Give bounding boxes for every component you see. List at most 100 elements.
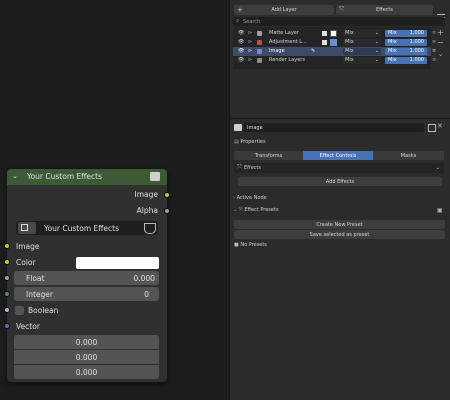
image-icon — [234, 124, 242, 131]
layer-mask-icon — [330, 30, 337, 37]
eye-icon[interactable]: 👁 — [238, 56, 244, 65]
opacity-label: Mix — [388, 57, 397, 63]
tab-effect-controls[interactable]: Effect Controls — [303, 151, 373, 160]
layer-row-adjustment[interactable]: 👁 ⊳ Adjustment L... Mix ⌄ Mix 1.000 ≡ — [233, 38, 436, 47]
opacity-slider[interactable]: Mix 1.000 — [385, 57, 427, 64]
blend-dropdown[interactable]: Mix ⌄ — [343, 30, 381, 37]
shield-icon[interactable] — [144, 223, 156, 234]
properties-header[interactable]: ▤ Properties — [234, 139, 266, 145]
expand-icon[interactable]: ⊳ — [248, 56, 252, 65]
presets-close-icon[interactable]: ▣ — [437, 207, 443, 214]
input-vector-socket[interactable] — [4, 323, 10, 329]
input-boolean-socket[interactable] — [4, 307, 10, 313]
opacity-value: 1.000 — [409, 57, 424, 63]
opacity-slider[interactable]: Mix 1.000 — [385, 30, 427, 37]
float-field[interactable]: Float 0.000 — [14, 271, 159, 285]
create-preset-button[interactable]: Create New Preset — [234, 220, 445, 229]
integer-field[interactable]: Integer 0 — [14, 287, 159, 301]
output-image-label: Image — [134, 190, 159, 199]
effects-dropdown[interactable]: ⤧ Effects ⌄ — [234, 163, 444, 173]
output-alpha-socket[interactable] — [164, 208, 170, 214]
search-icon: ⌕ — [236, 17, 240, 24]
vector-z-field[interactable]: 0.000 — [14, 365, 159, 379]
layer-name: Adjustment L... — [269, 39, 307, 45]
node-header[interactable]: ⌄ Your Custom Effects — [7, 169, 167, 185]
layer-name: Render Layers — [269, 57, 305, 63]
effects-button[interactable]: ⤧ Effects — [336, 5, 433, 15]
effects-dropdown-value: Effects — [244, 165, 261, 171]
float-label: Float — [26, 274, 45, 283]
opacity-label: Mix — [388, 30, 397, 36]
input-image-socket[interactable] — [4, 243, 10, 249]
input-float-socket[interactable] — [4, 275, 10, 281]
expand-icon[interactable]: ⊳ — [248, 47, 252, 56]
custom-effects-node[interactable]: ⌄ Your Custom Effects Image Alpha Your C… — [7, 169, 167, 382]
active-node-header[interactable]: › Active Node — [233, 195, 267, 201]
eye-icon[interactable]: 👁 — [238, 38, 244, 47]
input-color-label: Color — [16, 258, 36, 267]
add-effects-label: Add Effects — [325, 178, 355, 185]
create-preset-label: Create New Preset — [316, 221, 363, 228]
vector-z-value: 0.000 — [75, 367, 98, 377]
expand-icon[interactable]: ⊳ — [248, 29, 252, 38]
opacity-slider[interactable]: Mix 1.000 — [385, 48, 427, 55]
vector-y-value: 0.000 — [75, 352, 98, 362]
save-preset-button[interactable]: Save selected as preset — [234, 230, 445, 239]
blend-value: Mix — [345, 48, 354, 54]
panel-menu-icon[interactable] — [437, 6, 445, 21]
group-name: Your Custom Effects — [44, 224, 120, 233]
eye-icon[interactable]: 👁 — [238, 47, 244, 56]
active-node-label: Active Node — [236, 195, 267, 201]
blend-dropdown[interactable]: Mix ⌄ — [343, 57, 381, 64]
expand-icon[interactable]: ⊳ — [248, 38, 252, 47]
node-group-icon[interactable] — [150, 172, 160, 181]
input-integer-socket[interactable] — [4, 291, 10, 297]
copy-icon[interactable] — [428, 124, 436, 132]
remove-layer-button[interactable]: − — [436, 38, 445, 47]
layer-search-input[interactable]: ⌕ Search — [233, 17, 445, 26]
layer-row-render[interactable]: 👁 ⊳ Render Layers Mix ⌄ Mix 1.000 ≡ — [233, 56, 436, 65]
node-title: Your Custom Effects — [27, 172, 103, 181]
search-placeholder: Search — [243, 18, 261, 25]
integer-value: 0 — [144, 290, 149, 299]
output-alpha-label: Alpha — [136, 206, 158, 215]
integer-label: Integer — [26, 290, 53, 299]
tab-transforms[interactable]: Transforms — [234, 151, 303, 160]
blend-dropdown[interactable]: Mix ⌄ — [343, 48, 381, 55]
edit-icon[interactable]: ✎ — [311, 47, 315, 56]
layer-row-image[interactable]: 👁 ⊳ Image ✎ Mix ⌄ Mix 1.000 ≡ — [233, 47, 436, 56]
close-icon[interactable]: ✕ — [437, 122, 443, 130]
add-layer-plus-button[interactable]: + — [436, 28, 445, 37]
layer-name: Image — [269, 48, 285, 54]
color-swatch-field[interactable] — [76, 257, 159, 269]
no-presets-label: No Presets — [240, 242, 267, 248]
layer-row-matte[interactable]: 👁 ⊳ Matte Layer Mix ⌄ Mix 1.000 ≡ — [233, 29, 436, 38]
opacity-slider[interactable]: Mix 1.000 — [385, 39, 427, 46]
vector-x-field[interactable]: 0.000 — [14, 335, 159, 349]
eye-icon[interactable]: 👁 — [238, 29, 244, 38]
add-effects-button[interactable]: Add Effects — [238, 177, 442, 186]
opacity-label: Mix — [388, 48, 397, 54]
boolean-checkbox[interactable] — [15, 306, 24, 315]
tab-masks[interactable]: Masks — [373, 151, 444, 160]
group-datablock[interactable]: Your Custom Effects — [16, 221, 158, 235]
effect-presets-label: Effect Presets — [244, 207, 279, 213]
list-menu-icon[interactable]: ⌄ — [436, 50, 445, 59]
vector-y-field[interactable]: 0.000 — [14, 350, 159, 364]
blend-dropdown[interactable]: Mix ⌄ — [343, 39, 381, 46]
effect-presets-header[interactable]: ⌄ ⤧ Effect Presets — [233, 207, 279, 213]
plus-icon: + — [237, 6, 243, 14]
panel-divider — [229, 118, 450, 119]
image-name-field[interactable]: Image — [244, 123, 424, 132]
input-color-socket[interactable] — [4, 259, 10, 265]
chevron-down-icon: ⌄ — [435, 165, 440, 171]
opacity-value: 1.000 — [409, 39, 424, 45]
opacity-value: 1.000 — [409, 48, 424, 54]
collapse-icon[interactable]: ⌄ — [12, 172, 18, 180]
add-layer-button[interactable]: + Add Layer — [234, 5, 334, 15]
input-image-label: Image — [16, 242, 40, 251]
float-value: 0.000 — [133, 274, 155, 283]
camera-icon — [257, 58, 262, 63]
add-layer-label: Add Layer — [271, 7, 297, 13]
output-image-socket[interactable] — [164, 192, 170, 198]
